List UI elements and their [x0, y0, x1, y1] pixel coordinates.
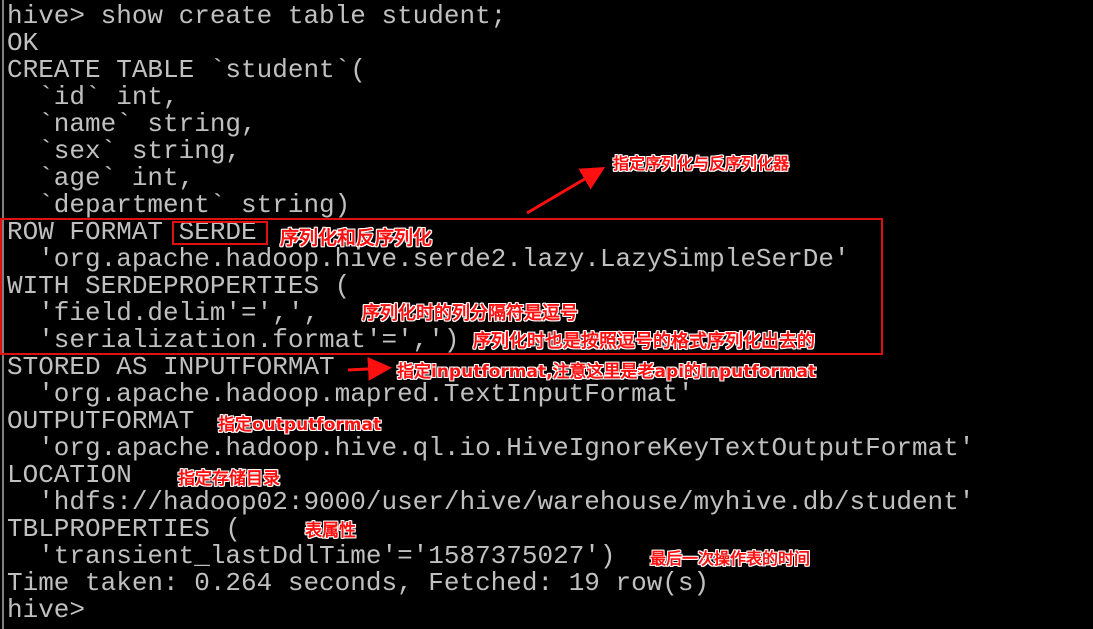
- arrow-icon: [526, 166, 606, 215]
- annotation-field-delim: 序列化时的列分隔符是逗号: [362, 303, 578, 324]
- annotation-tblproperties: 表属性: [305, 521, 356, 541]
- annotation-serde-class: 指定序列化与反序列化器: [613, 154, 790, 173]
- annotation-outputformat: 指定outputformat: [218, 415, 382, 435]
- annotation-ddl-time: 最后一次操作表的时间: [650, 549, 811, 568]
- annotation-location: 指定存储目录: [178, 469, 280, 489]
- annotation-serialization-format: 序列化时也是按照逗号的格式序列化出去的: [473, 331, 815, 352]
- annotation-serde: 序列化和反序列化: [280, 227, 433, 249]
- arrow-icon: [347, 356, 392, 381]
- annotation-inputformat: 指定inputformat,注意这里是老api的inputformat: [397, 362, 817, 382]
